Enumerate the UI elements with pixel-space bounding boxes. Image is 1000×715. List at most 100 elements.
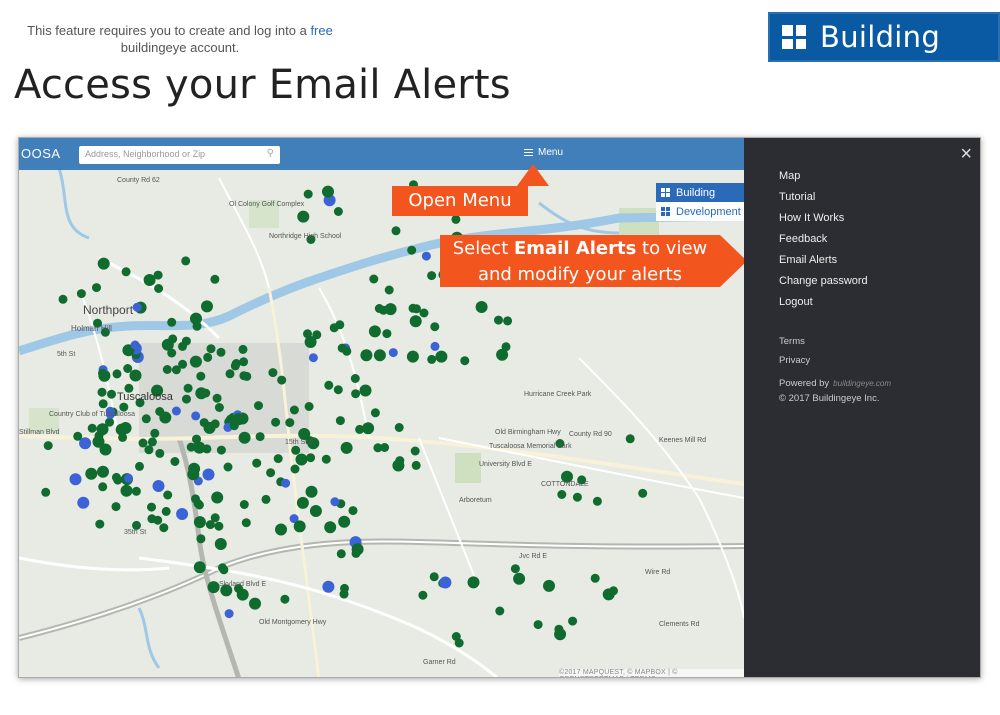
permit-marker[interactable] [296,496,309,509]
permit-marker[interactable] [95,519,105,529]
menu-item-change-password[interactable]: Change password [779,274,868,295]
permit-marker[interactable] [322,580,335,593]
permit-marker[interactable] [335,416,345,426]
permit-marker[interactable] [58,294,68,304]
permit-marker[interactable] [324,521,337,534]
permit-marker[interactable] [333,385,343,395]
permit-marker[interactable] [439,576,452,589]
permit-marker[interactable] [395,456,405,466]
permit-marker[interactable] [435,350,448,363]
permit-marker[interactable] [238,344,248,354]
permit-marker[interactable] [374,304,384,313]
permit-marker[interactable] [97,257,110,270]
permit-marker[interactable] [369,274,379,284]
permit-marker[interactable] [97,387,107,397]
permit-marker[interactable] [285,418,295,428]
permit-marker[interactable] [496,348,509,361]
permit-marker[interactable] [201,300,213,313]
terms-link[interactable]: Terms [779,336,891,355]
permit-marker[interactable] [280,594,290,604]
permit-marker[interactable] [203,352,213,362]
permit-marker[interactable] [187,468,200,481]
permit-marker[interactable] [382,329,392,339]
permit-marker[interactable] [277,375,287,385]
permit-marker[interactable] [394,423,404,432]
permit-marker[interactable] [153,270,163,280]
permit-marker[interactable] [98,368,107,378]
permit-marker[interactable] [266,468,276,478]
permit-marker[interactable] [271,417,281,427]
permit-marker[interactable] [306,453,316,463]
permit-marker[interactable] [123,364,133,373]
permit-marker[interactable] [329,323,339,333]
permit-marker[interactable] [255,432,265,442]
permit-marker[interactable] [121,267,131,277]
permit-marker[interactable] [427,271,437,281]
permit-marker[interactable] [77,496,90,509]
permit-marker[interactable] [181,256,191,266]
permit-marker[interactable] [171,365,181,375]
permit-marker[interactable] [159,411,172,424]
permit-marker[interactable] [144,445,154,455]
permit-marker[interactable] [189,355,202,368]
permit-marker[interactable] [503,316,513,326]
search-input[interactable]: Address, Neighborhood or Zip ⚲ [79,146,280,164]
menu-button[interactable]: Menu [524,147,563,158]
permit-marker[interactable] [207,581,220,594]
permit-marker[interactable] [214,403,224,412]
permit-marker[interactable] [350,374,360,383]
permit-marker[interactable] [238,431,251,444]
permit-marker[interactable] [193,516,206,529]
permit-marker[interactable] [216,445,226,455]
permit-marker[interactable] [239,500,249,509]
permit-marker[interactable] [97,465,109,478]
permit-marker[interactable] [210,274,220,284]
menu-item-tutorial[interactable]: Tutorial [779,190,868,211]
permit-marker[interactable] [291,445,301,455]
layer-development[interactable]: Development [656,202,744,221]
permit-marker[interactable] [407,245,417,255]
permit-marker[interactable] [421,251,431,261]
permit-marker[interactable] [359,384,372,397]
permit-marker[interactable] [373,443,383,453]
permit-marker[interactable] [124,473,133,483]
permit-marker[interactable] [293,520,306,533]
permit-marker[interactable] [190,312,202,325]
menu-item-email-alerts[interactable]: Email Alerts [779,253,868,274]
permit-marker[interactable] [176,508,189,520]
permit-marker[interactable] [254,401,263,411]
permit-marker[interactable] [252,458,262,468]
permit-marker[interactable] [495,606,505,616]
buildingeye-logo[interactable]: buildingeye.com [833,379,891,388]
permit-marker[interactable] [324,380,334,390]
permit-marker[interactable] [430,322,440,332]
permit-marker[interactable] [87,423,97,433]
permit-marker[interactable] [304,402,314,411]
permit-marker[interactable] [303,189,313,199]
permit-marker[interactable] [384,285,394,295]
permit-marker[interactable] [384,303,397,316]
permit-marker[interactable] [333,207,343,216]
permit-marker[interactable] [297,210,310,223]
permit-marker[interactable] [167,317,177,327]
permit-marker[interactable] [568,616,578,626]
permit-marker[interactable] [351,389,361,399]
permit-marker[interactable] [73,431,83,441]
menu-item-feedback[interactable]: Feedback [779,232,868,253]
permit-marker[interactable] [309,505,322,517]
permit-marker[interactable] [154,284,164,293]
permit-marker[interactable] [273,454,283,464]
permit-marker[interactable] [155,448,165,458]
permit-marker[interactable] [239,371,249,381]
permit-marker[interactable] [159,523,169,533]
close-icon[interactable]: × [960,144,972,164]
permit-marker[interactable] [330,497,340,507]
permit-marker[interactable] [195,387,208,400]
permit-marker[interactable] [76,289,86,299]
permit-marker[interactable] [533,620,543,630]
permit-marker[interactable] [388,348,398,358]
map-view[interactable]: Northport Tuscaloosa Holman Hill Ol Colo… [19,138,747,677]
permit-marker[interactable] [205,520,215,530]
permit-marker[interactable] [543,579,555,592]
permit-marker[interactable] [211,491,224,504]
